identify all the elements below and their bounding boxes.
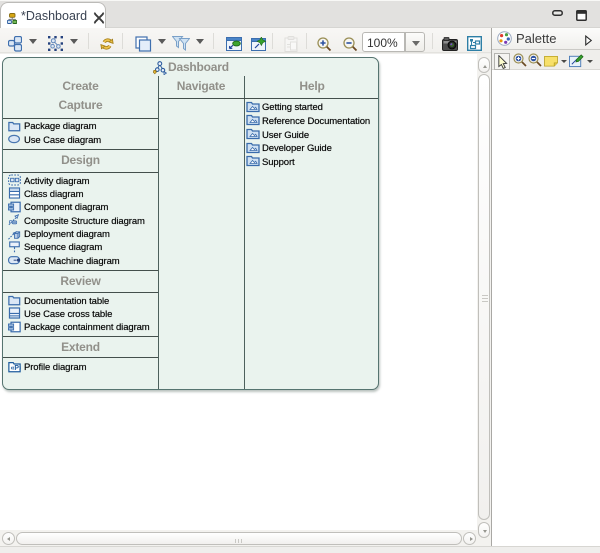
- svg-text:«P»: «P»: [11, 365, 21, 372]
